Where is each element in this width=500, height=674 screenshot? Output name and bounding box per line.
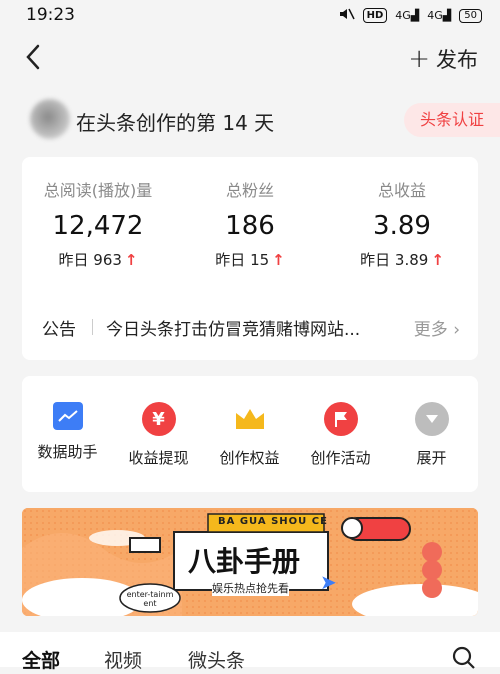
tool-label: 数据助手 [37,443,98,461]
stat-delta: 昨日 15 ↑ [215,251,285,269]
promo-banner[interactable]: BA GUA SHOU CE 八卦手册 娱乐热点抢先看 enter-tainme… [22,508,478,616]
stat-delta: 昨日 3.89 ↑ [360,251,444,269]
tool-label: 创作活动 [310,449,371,467]
status-time: 19:23 [26,5,75,25]
signal-icon: 4G▟ [395,9,420,22]
banner-subtitle: 娱乐热点抢先看 [212,580,289,596]
banner-top-text: BA GUA SHOU CE [218,516,328,527]
status-bar: 19:23 HD 4G▟ 4G▟ 50 [0,0,500,30]
up-arrow-icon: ↑ [431,251,444,269]
notice-bar[interactable]: 公告 今日头条打击仿冒竞猜赌博网站... 更多 › [22,307,478,347]
avatar[interactable] [30,99,70,139]
notice-label: 公告 [42,320,76,340]
flag-icon [323,402,358,436]
banner-title: 八卦手册 [188,545,301,578]
tab-all[interactable]: 全部 [22,646,60,673]
expand-icon [414,402,449,436]
up-arrow-icon: ↑ [124,251,138,269]
content-tabs: 全部 视频 微头条 [0,632,500,672]
creator-days-text: 在头条创作的第 14 天 [76,111,275,135]
creator-info: 在头条创作的第 14 天 头条认证 [0,95,500,145]
stat-value: 3.89 [373,211,431,241]
tool-data-assistant[interactable]: 数据助手 [22,402,113,462]
status-icons: HD 4G▟ 4G▟ 50 [337,6,482,25]
stats-card: 总阅读(播放)量 12,472 昨日 963 ↑ 总粉丝 186 昨日 15 ↑ 总… [22,157,478,360]
search-icon[interactable] [452,646,476,674]
tool-label: 收益提现 [128,449,189,467]
chevron-right-icon: › [453,320,460,340]
signal-icon-2: 4G▟ [427,9,452,22]
notice-more-link[interactable]: 更多 › [414,315,460,340]
stat-value: 12,472 [52,211,144,241]
up-arrow-icon: ↑ [272,251,285,269]
back-button[interactable] [20,42,50,72]
tab-video[interactable]: 视频 [104,646,142,673]
tool-activities[interactable]: 创作活动 [295,402,386,468]
tool-expand[interactable]: 展开 [386,402,477,468]
publish-label: 发布 [436,48,478,72]
stat-label: 总粉丝 [225,181,274,200]
cursor-icon: ➤ [320,570,337,594]
chevron-left-icon [26,44,40,70]
banner-tag: enter-tainment [126,590,174,608]
stat-total-income[interactable]: 总收益 3.89 昨日 3.89 ↑ [326,157,478,270]
tool-benefits[interactable]: 创作权益 [204,402,295,468]
tool-withdraw[interactable]: ¥ 收益提现 [113,402,204,468]
publish-button[interactable]: + 发布 [408,44,478,74]
stat-value: 186 [225,211,275,241]
battery-icon: 50 [459,8,482,23]
tool-label: 创作权益 [219,449,280,467]
stat-delta: 昨日 963 ↑ [58,251,138,269]
tool-label: 展开 [416,449,447,467]
stat-total-fans[interactable]: 总粉丝 186 昨日 15 ↑ [174,157,326,270]
mute-icon [337,6,355,25]
certification-badge[interactable]: 头条认证 [404,103,500,137]
yuan-icon: ¥ [141,402,176,436]
notice-text: 今日头条打击仿冒竞猜赌博网站... [106,320,361,340]
stat-total-reads[interactable]: 总阅读(播放)量 12,472 昨日 963 ↑ [22,157,174,270]
crown-icon [233,402,267,436]
tab-micro-post[interactable]: 微头条 [188,646,245,673]
stat-label: 总阅读(播放)量 [43,181,153,200]
hd-badge: HD [362,8,388,23]
divider [92,319,93,335]
tools-card: 数据助手 ¥ 收益提现 创作权益 创作活动 展开 [22,376,478,492]
stat-label: 总收益 [377,181,426,200]
plus-icon: + [408,44,430,74]
chart-icon [52,402,83,430]
top-header: + 发布 [0,30,500,90]
